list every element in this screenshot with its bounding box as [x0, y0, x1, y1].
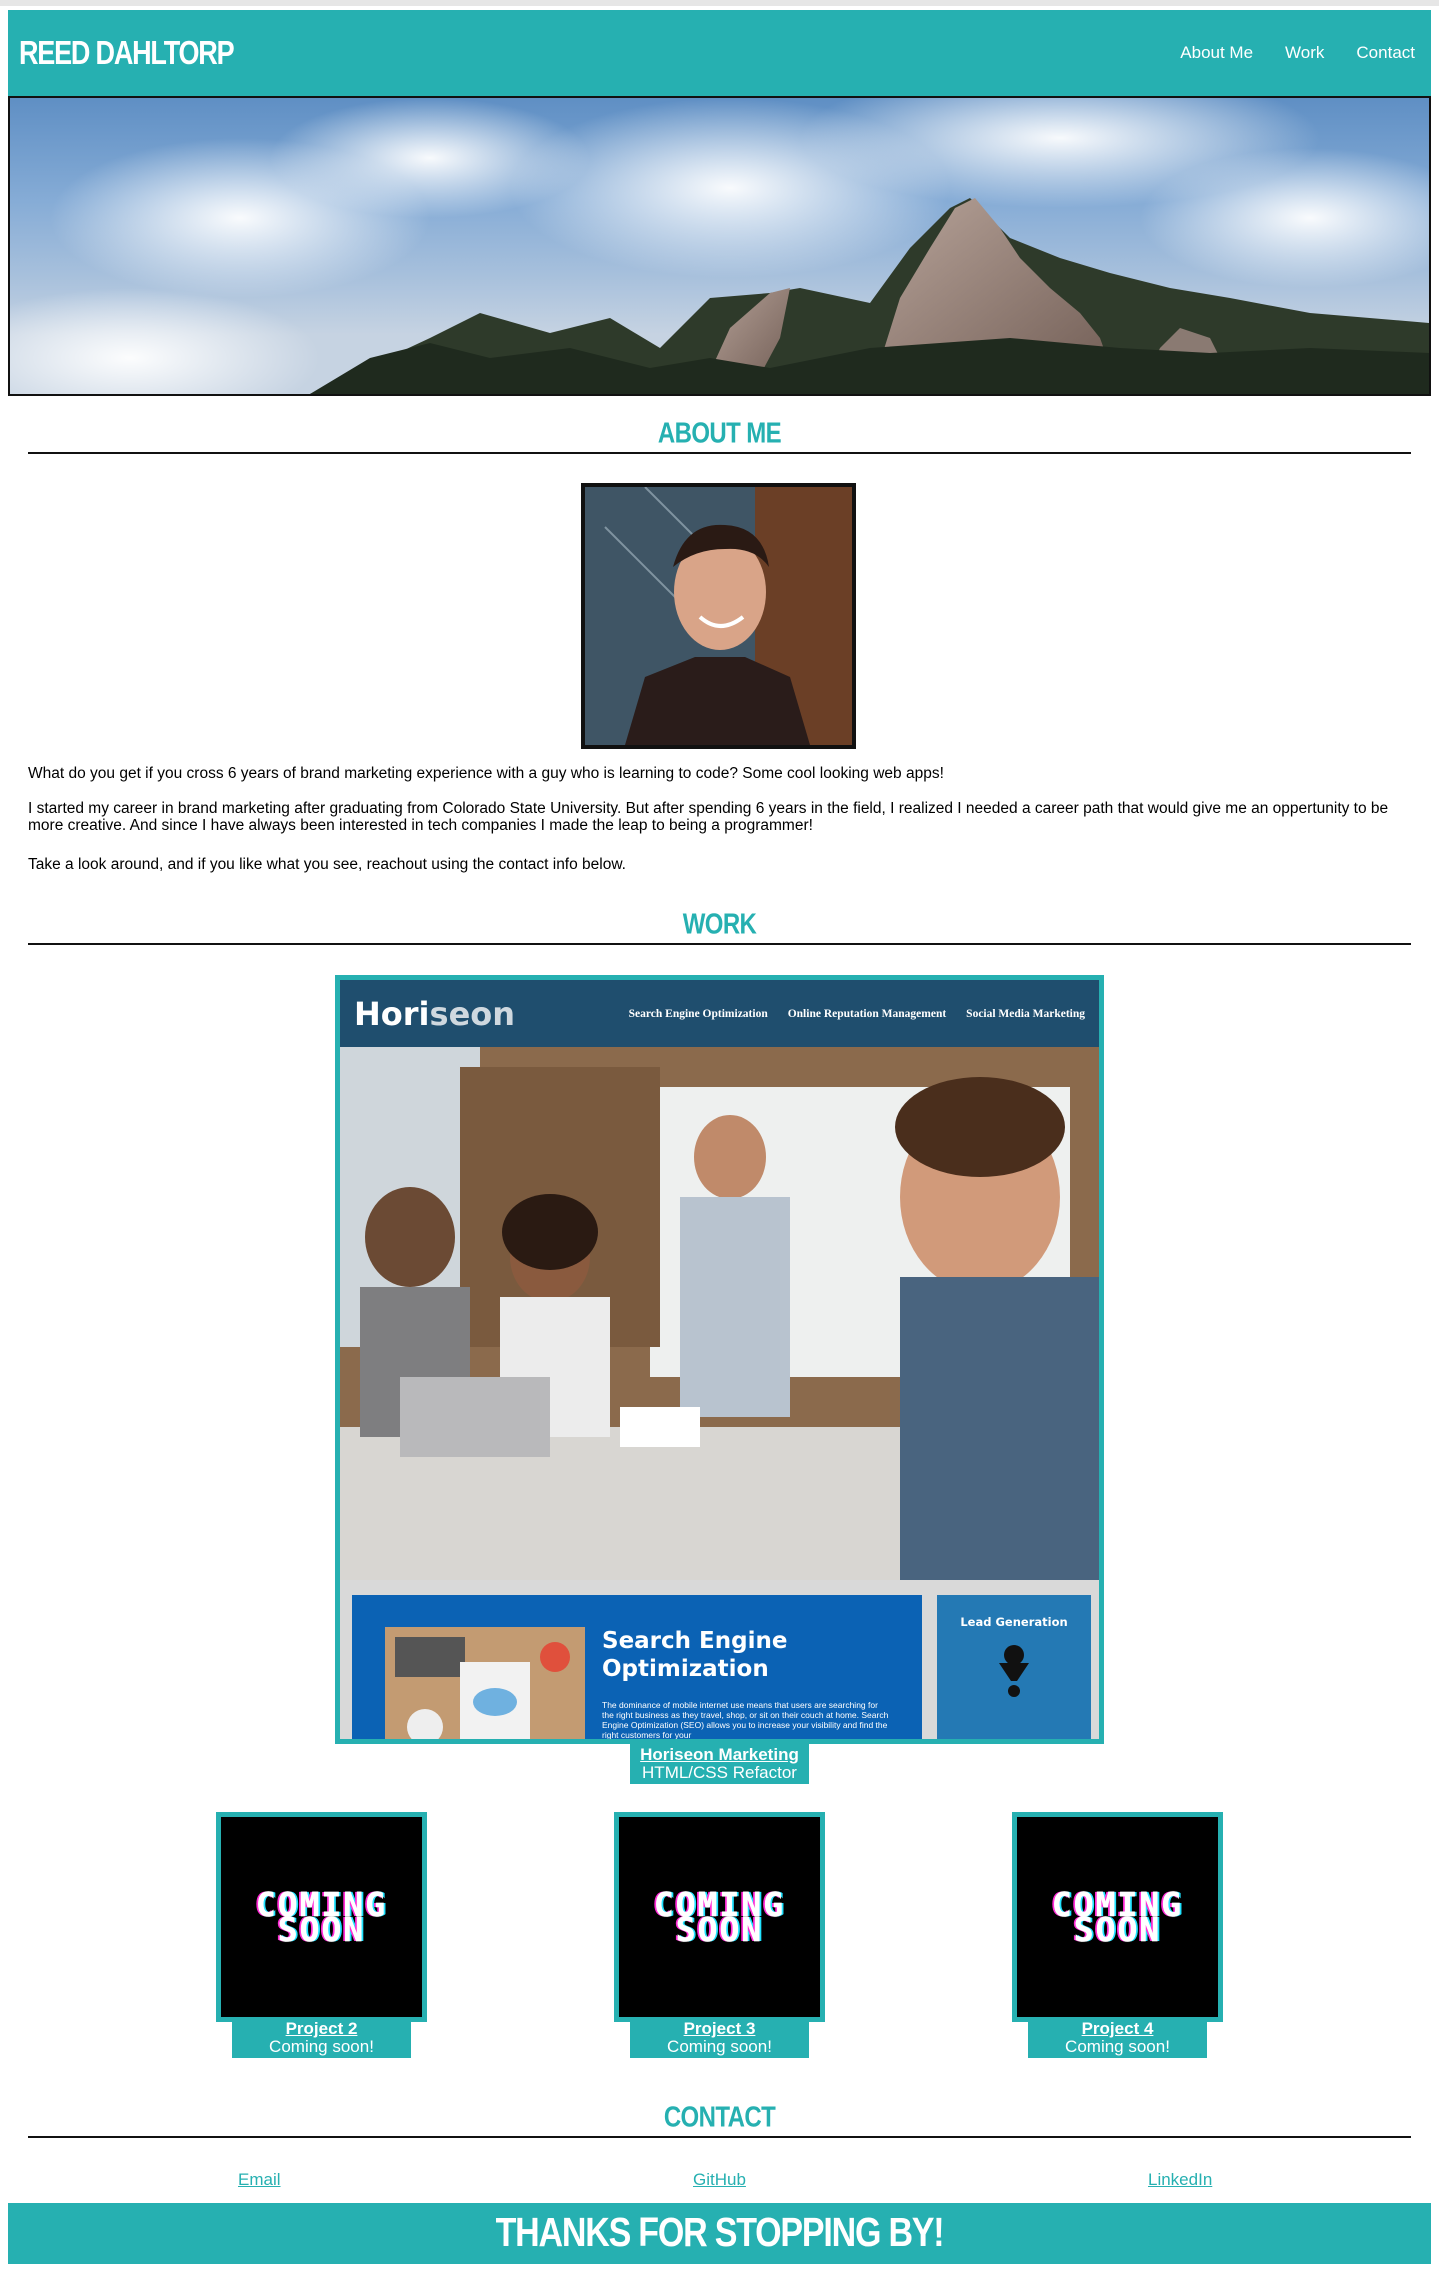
github-link[interactable]: GitHub [693, 2170, 746, 2190]
featured-project-card[interactable]: Horiseon Search Engine Optimization Onli… [335, 975, 1104, 1744]
profile-photo [581, 483, 856, 749]
project-screenshot-seo-panel: Search Engine Optimization The dominance… [352, 1595, 922, 1740]
about-heading: ABOUT ME [28, 417, 1411, 454]
project-caption: Project 4 Coming soon! [1028, 2018, 1207, 2058]
featured-project-subtitle: HTML/CSS Refactor [642, 1763, 797, 1782]
about-heading-text: ABOUT ME [657, 417, 782, 450]
main-nav: About Me Work Contact [1180, 43, 1415, 63]
nav-contact-link[interactable]: Contact [1356, 43, 1415, 63]
coming-soon-art-line: SOON [675, 1910, 764, 1949]
mountain-landscape-illustration [10, 98, 1429, 394]
project-screenshot-seo-image [385, 1627, 585, 1739]
project-screenshot-navbar: Horiseon Search Engine Optimization Onli… [340, 980, 1099, 1047]
project-screenshot-nav-item: Online Reputation Management [787, 1007, 947, 1020]
site-footer: THANKS FOR STOPPING BY! [8, 2203, 1431, 2264]
featured-project-caption: Horiseon Marketing HTML/CSS Refactor [630, 1744, 809, 1784]
project-card[interactable]: COMING SOON [614, 1812, 825, 2022]
project-link[interactable]: Project 4 [1028, 2020, 1207, 2038]
horiseon-logo: Horiseon [354, 995, 515, 1033]
project-screenshot-nav-item: Search Engine Optimization [628, 1007, 768, 1020]
project-subtitle: Coming soon! [1065, 2037, 1170, 2056]
nav-work-link[interactable]: Work [1285, 43, 1324, 63]
about-paragraph: I started my career in brand marketing a… [28, 800, 1389, 834]
coming-soon-art-line: SOON [1073, 1910, 1162, 1949]
site-brand[interactable]: REED DAHLTORP [19, 34, 235, 73]
nav-about-me-link[interactable]: About Me [1180, 43, 1253, 63]
horiseon-logo-main: Hori [354, 994, 430, 1033]
featured-project-link[interactable]: Horiseon Marketing [630, 1746, 809, 1764]
site-header: REED DAHLTORP About Me Work Contact [8, 10, 1431, 96]
contact-links: Email GitHub LinkedIn [28, 2170, 1411, 2194]
work-heading-text: WORK [682, 908, 757, 941]
about-paragraph: What do you get if you cross 6 years of … [28, 765, 944, 782]
hero-banner-image [8, 96, 1431, 396]
footer-message: THANKS FOR STOPPING BY! [495, 2210, 945, 2256]
project-screenshot-lead-title: Lead Generation [960, 1615, 1068, 1629]
funnel-gear-icon [999, 1645, 1029, 1697]
contact-heading-text: CONTACT [663, 2101, 776, 2134]
top-rule [0, 0, 1439, 6]
project-screenshot-seo-text: The dominance of mobile internet use mea… [602, 1700, 889, 1740]
project-screenshot-nav-item: Social Media Marketing [966, 1007, 1085, 1020]
seo-desk-illustration [385, 1627, 585, 1739]
project-screenshot-seo-title: Search Engine Optimization [602, 1628, 788, 1682]
project-screenshot-lead-panel: Lead Generation [937, 1595, 1091, 1739]
project-link[interactable]: Project 3 [630, 2020, 809, 2038]
work-heading: WORK [28, 908, 1411, 945]
linkedin-link[interactable]: LinkedIn [1148, 2170, 1212, 2190]
coming-soon-art-line: SOON [277, 1910, 366, 1949]
project-link[interactable]: Project 2 [232, 2020, 411, 2038]
project-caption: Project 2 Coming soon! [232, 2018, 411, 2058]
profile-portrait-illustration [585, 487, 852, 745]
project-subtitle: Coming soon! [667, 2037, 772, 2056]
contact-heading: CONTACT [28, 2101, 1411, 2138]
horiseon-logo-alt: seon [429, 994, 516, 1033]
email-link[interactable]: Email [238, 2170, 281, 2190]
office-meeting-illustration [340, 1047, 1099, 1580]
project-card[interactable]: COMING SOON [216, 1812, 427, 2022]
project-caption: Project 3 Coming soon! [630, 2018, 809, 2058]
project-subtitle: Coming soon! [269, 2037, 374, 2056]
about-paragraph: Take a look around, and if you like what… [28, 856, 626, 873]
project-card[interactable]: COMING SOON [1012, 1812, 1223, 2022]
project-screenshot-team-photo [340, 1047, 1099, 1580]
project-screenshot-nav-links: Search Engine Optimization Online Reputa… [629, 1008, 1085, 1020]
